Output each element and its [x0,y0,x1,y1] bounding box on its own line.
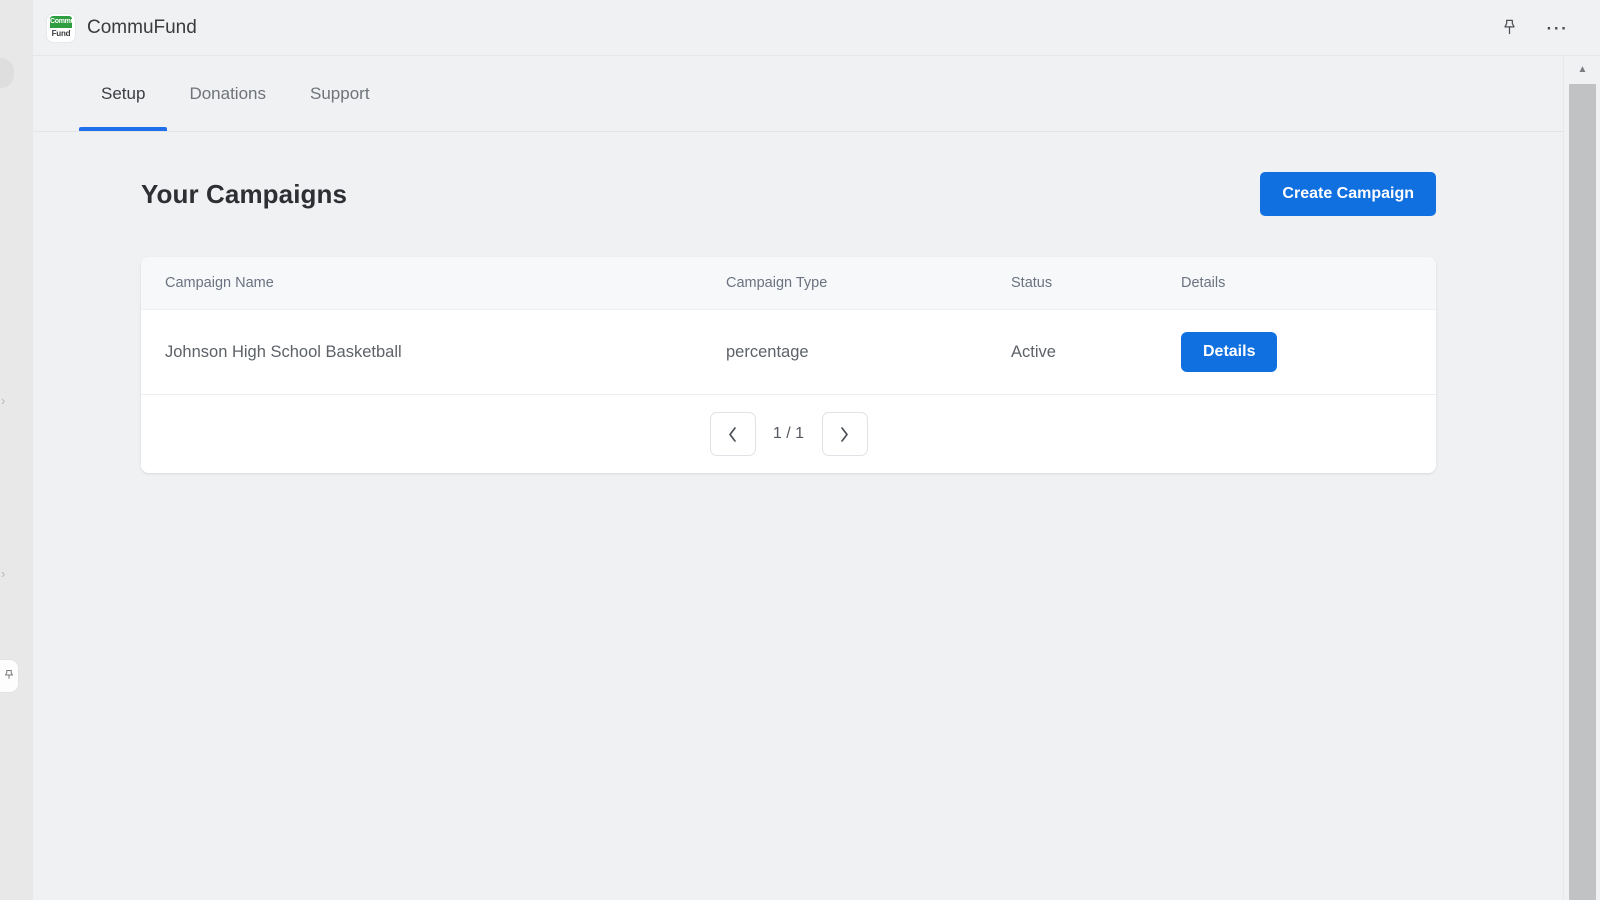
cell-campaign-type: percentage [726,309,1011,395]
vertical-scrollbar[interactable]: ▲ [1563,56,1600,900]
column-header-campaign-name: Campaign Name [141,257,726,310]
table-row[interactable]: Johnson High School Basketball percentag… [141,309,1436,395]
campaigns-table: Campaign Name Campaign Type Status Detai… [141,257,1436,395]
title-bar: Commu Fund CommuFund ⋯ [33,0,1600,56]
cell-status: Active [1011,309,1181,395]
scrollbar-up-arrow-icon[interactable]: ▲ [1564,56,1600,82]
tab-setup[interactable]: Setup [79,56,168,131]
app-window: Commu Fund CommuFund ⋯ Setup Donations S… [33,0,1600,900]
page-content: Your Campaigns Create Campaign Campaign … [141,164,1436,473]
app-title: CommuFund [87,16,197,38]
tab-bar: Setup Donations Support [33,56,1563,132]
content-area: Your Campaigns Create Campaign Campaign … [33,133,1563,900]
column-header-details: Details [1181,257,1436,310]
chevron-right-icon [841,426,848,442]
pagination-label: 1 / 1 [772,425,805,442]
rail-pill-indicator [0,58,14,88]
page-title: Your Campaigns [141,178,348,209]
tab-support[interactable]: Support [288,56,392,131]
details-button[interactable]: Details [1181,332,1278,372]
table-body: Johnson High School Basketball percentag… [141,309,1436,395]
more-options-icon[interactable]: ⋯ [1544,15,1570,41]
pin-icon [4,670,14,679]
pin-glyph [1503,19,1515,35]
column-header-campaign-type: Campaign Type [726,257,1011,310]
rail-pin-icon-button[interactable] [0,660,18,692]
pin-icon[interactable] [1496,15,1522,41]
table-header: Campaign Name Campaign Type Status Detai… [141,257,1436,310]
campaigns-card: Campaign Name Campaign Type Status Detai… [141,257,1436,473]
pagination-prev-button[interactable] [709,412,756,456]
page-header: Your Campaigns Create Campaign [141,164,1436,224]
pagination: 1 / 1 [141,395,1436,473]
title-bar-actions: ⋯ [1496,15,1570,41]
cell-details: Details [1181,309,1436,395]
scrollbar-thumb[interactable] [1569,84,1596,900]
rail-chevron-icon-top[interactable]: › [1,394,13,407]
chevron-left-icon [729,426,736,442]
app-left-rail: › › [0,0,33,900]
pagination-next-button[interactable] [821,412,868,456]
table-header-row: Campaign Name Campaign Type Status Detai… [141,257,1436,310]
column-header-status: Status [1011,257,1181,310]
tab-donations[interactable]: Donations [167,56,288,131]
app-logo-bottom-text: Fund [51,29,71,38]
create-campaign-button[interactable]: Create Campaign [1260,172,1436,216]
rail-chevron-icon-bottom[interactable]: › [1,567,13,580]
app-logo-top-text: Commu [50,16,75,28]
cell-campaign-name: Johnson High School Basketball [141,309,726,395]
app-logo-icon: Commu Fund [47,13,75,42]
